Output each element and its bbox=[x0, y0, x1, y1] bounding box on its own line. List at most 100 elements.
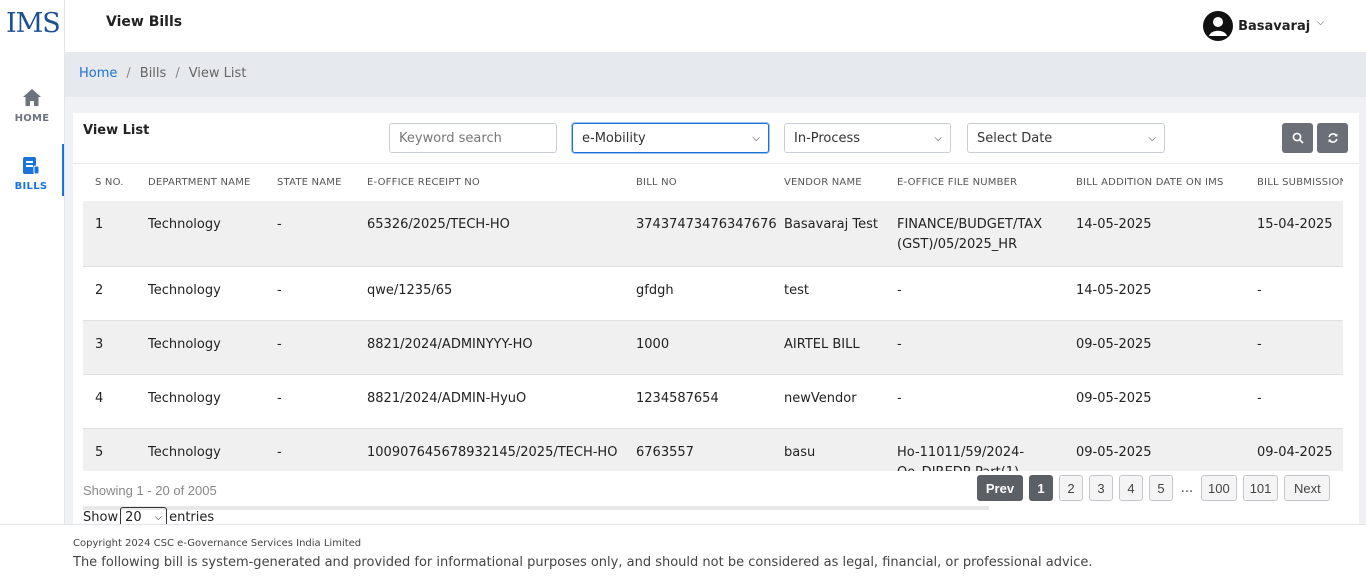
page-button-1[interactable]: 1 bbox=[1029, 475, 1053, 501]
table-cell: - bbox=[1245, 374, 1343, 429]
table-cell: - bbox=[1245, 266, 1343, 321]
table-cell: 37437473476347676 bbox=[624, 201, 777, 267]
table-cell: 15-04-2025 bbox=[1245, 201, 1343, 267]
page-button-101[interactable]: 101 bbox=[1242, 475, 1279, 501]
column-header[interactable]: VENDOR NAME bbox=[772, 164, 885, 201]
ims-logo[interactable]: IMS bbox=[6, 8, 61, 39]
user-avatar-icon bbox=[1203, 11, 1234, 41]
table-cell: Technology bbox=[136, 374, 265, 429]
breadcrumb-separator: / bbox=[175, 66, 180, 81]
date-select[interactable]: Select Date ⌵ bbox=[967, 123, 1165, 153]
chevron-down-icon: ⌵ bbox=[154, 511, 163, 523]
entries-label: entries bbox=[169, 509, 215, 525]
breadcrumb-home-link[interactable]: Home bbox=[79, 66, 117, 81]
table-cell: - bbox=[265, 266, 355, 321]
user-name: Basavaraj bbox=[1238, 18, 1311, 34]
breadcrumb-separator: / bbox=[126, 66, 131, 81]
table-cell: - bbox=[1245, 320, 1343, 375]
breadcrumb-current: View List bbox=[188, 66, 247, 81]
user-menu[interactable]: Basavaraj ⌵ bbox=[1203, 11, 1324, 41]
table-cell: - bbox=[265, 374, 355, 429]
reset-button[interactable] bbox=[1317, 123, 1348, 153]
page-button-2[interactable]: 2 bbox=[1059, 475, 1083, 501]
table-cell: 4 bbox=[83, 374, 136, 429]
table-cell: 5 bbox=[83, 428, 136, 471]
table-cell: 100907645678932145/2025/TECH-HO bbox=[355, 428, 624, 471]
page-button-5[interactable]: 5 bbox=[1149, 475, 1173, 501]
table-cell: Technology bbox=[136, 266, 265, 321]
table-row[interactable]: 4 Technology - 8821/2024/ADMIN-HyuO 1234… bbox=[83, 374, 1343, 429]
table-cell: newVendor bbox=[772, 374, 885, 429]
table-row[interactable]: 3 Technology - 8821/2024/ADMINYYY-HO 100… bbox=[83, 320, 1343, 375]
status-select[interactable]: In-Process ⌵ bbox=[784, 123, 951, 153]
horizontal-scrollbar[interactable] bbox=[83, 506, 989, 510]
table-cell: 09-05-2025 bbox=[1064, 320, 1245, 375]
table-cell: Technology bbox=[136, 201, 265, 267]
search-icon bbox=[1292, 132, 1304, 144]
department-select[interactable]: e-Mobility ⌵ bbox=[572, 123, 769, 153]
table-cell: Basavaraj Test bbox=[772, 201, 885, 267]
prev-page-button[interactable]: Prev bbox=[977, 475, 1023, 501]
next-page-button[interactable]: Next bbox=[1284, 475, 1331, 501]
table-row[interactable]: 5 Technology - 100907645678932145/2025/T… bbox=[83, 428, 1343, 471]
page-size-value: 20 bbox=[125, 509, 142, 525]
bills-list-card: View List Keyword search e-Mobility ⌵ In… bbox=[73, 113, 1359, 527]
column-header[interactable]: E-OFFICE RECEIPT NO bbox=[355, 164, 624, 201]
card-title: View List bbox=[83, 123, 150, 138]
table-cell: Technology bbox=[136, 320, 265, 375]
column-header[interactable]: E-OFFICE FILE NUMBER bbox=[885, 164, 1064, 201]
chevron-down-icon: ⌵ bbox=[1317, 18, 1324, 28]
sidebar-item-home[interactable]: HOME bbox=[0, 88, 64, 124]
search-button[interactable] bbox=[1282, 123, 1313, 153]
table-row[interactable]: 2 Technology - qwe/1235/65 gfdgh test - … bbox=[83, 266, 1343, 321]
page-footer: Copyright 2024 CSC e-Governance Services… bbox=[0, 524, 1366, 581]
pagination: Prev 1 2 3 4 5 ... 100 101 Next bbox=[977, 475, 1331, 501]
table-cell: 09-05-2025 bbox=[1064, 374, 1245, 429]
page-button-3[interactable]: 3 bbox=[1089, 475, 1113, 501]
table-row[interactable]: 1 Technology - 65326/2025/TECH-HO 374374… bbox=[83, 201, 1343, 267]
table-cell: AIRTEL BILL bbox=[772, 320, 885, 375]
column-header[interactable]: BILL ADDITION DATE ON IMS bbox=[1064, 164, 1245, 201]
breadcrumb-bills[interactable]: Bills bbox=[140, 66, 167, 81]
column-header[interactable]: BILL NO bbox=[624, 164, 772, 201]
sidebar-item-label: HOME bbox=[14, 113, 50, 124]
table-cell: - bbox=[265, 428, 355, 471]
table-cell: 1 bbox=[83, 201, 136, 267]
bills-table-container[interactable]: S NO. DEPARTMENT NAME STATE NAME E-OFFIC… bbox=[83, 164, 1343, 471]
table-cell: - bbox=[885, 266, 1064, 321]
keyword-search-input[interactable]: Keyword search bbox=[389, 123, 557, 153]
show-label: Show bbox=[83, 509, 119, 525]
sidebar-item-label: BILLS bbox=[14, 181, 48, 192]
table-cell: - bbox=[885, 374, 1064, 429]
refresh-icon bbox=[1327, 133, 1338, 143]
column-header[interactable]: DEPARTMENT NAME bbox=[136, 164, 265, 201]
disclaimer-text: The following bill is system-generated a… bbox=[73, 555, 1093, 570]
chevron-down-icon: ⌵ bbox=[1148, 132, 1156, 144]
column-header[interactable]: STATE NAME bbox=[265, 164, 355, 201]
table-cell: - bbox=[265, 320, 355, 375]
table-cell: - bbox=[885, 320, 1064, 375]
top-header: View Bills Basavaraj ⌵ bbox=[65, 0, 1366, 52]
column-header[interactable]: BILL SUBMISSION DATE bbox=[1245, 164, 1343, 201]
table-cell: test bbox=[772, 266, 885, 321]
table-header-row: S NO. DEPARTMENT NAME STATE NAME E-OFFIC… bbox=[83, 164, 1343, 201]
table-cell: 09-04-2025 bbox=[1245, 428, 1343, 471]
table-cell: Ho-11011/59/2024-Oo_DIREDP-Part(1) bbox=[885, 428, 1064, 471]
breadcrumb: Home / Bills / View List bbox=[79, 66, 246, 81]
table-cell: Technology bbox=[136, 428, 265, 471]
pagination-ellipsis: ... bbox=[1180, 480, 1194, 496]
column-header[interactable]: S NO. bbox=[83, 164, 136, 201]
table-cell: 2 bbox=[83, 266, 136, 321]
sidebar-item-bills[interactable]: BILLS bbox=[0, 144, 64, 196]
showing-count: Showing 1 - 20 of 2005 bbox=[83, 483, 217, 498]
bills-icon bbox=[23, 157, 40, 175]
table-cell: basu bbox=[772, 428, 885, 471]
home-icon bbox=[23, 89, 41, 106]
table-scrollbar[interactable] bbox=[1343, 164, 1359, 471]
page-title: View Bills bbox=[106, 14, 183, 30]
table-cell: 8821/2024/ADMIN-HyuO bbox=[355, 374, 624, 429]
table-cell: gfdgh bbox=[624, 266, 772, 321]
table-cell: 1000 bbox=[624, 320, 772, 375]
page-button-100[interactable]: 100 bbox=[1201, 475, 1237, 501]
page-button-4[interactable]: 4 bbox=[1119, 475, 1143, 501]
